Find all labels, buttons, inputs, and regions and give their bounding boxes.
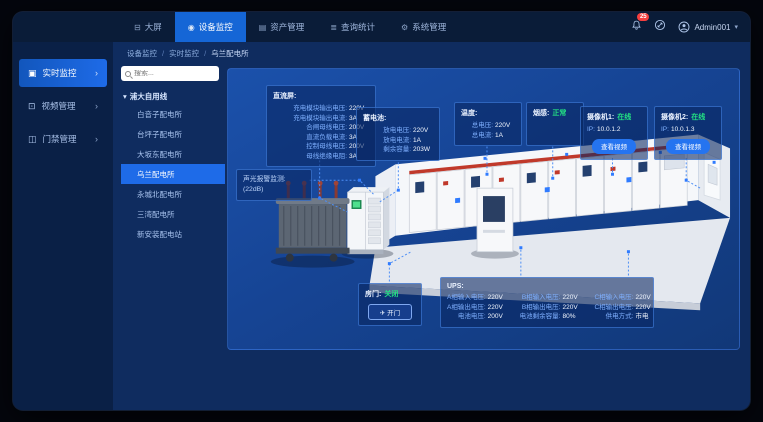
top-navbar: ⊟ 大屏 ◉ 设备监控 ▤ 资产管理 ≣ 查询统计 ⚙ 系统管理 25 (13, 12, 750, 42)
sidebar-item-access-control[interactable]: ◫ 门禁管理 › (19, 125, 107, 153)
app-window: ⊟ 大屏 ◉ 设备监控 ▤ 资产管理 ≣ 查询统计 ⚙ 系统管理 25 (13, 12, 750, 410)
panel-title: UPS: (447, 283, 647, 290)
chevron-right-icon: › (95, 101, 98, 111)
tree-item-substation[interactable]: 大坂东配电所 (121, 144, 225, 164)
chevron-right-icon: › (95, 68, 98, 78)
gear-icon: ⚙ (401, 23, 408, 32)
monitor-icon: ◉ (188, 23, 195, 32)
panel-title: 房门: (365, 289, 381, 299)
panel-battery: 蓄电池: 放电电压:220V 放电电流:1A 剩余容量:203W (356, 107, 440, 161)
nav-tab-bigscreen[interactable]: ⊟ 大屏 (121, 12, 175, 42)
caret-down-icon: ▾ (123, 92, 127, 101)
panel-title: 温度: (461, 108, 515, 118)
monitor-icon: ▣ (28, 68, 37, 79)
search-input[interactable] (134, 70, 215, 77)
tree-item-substation[interactable]: 白音子配电所 (121, 104, 225, 124)
tree-item-substation[interactable]: 新安装配电站 (121, 224, 225, 244)
nav-tab-label: 系统管理 (412, 21, 446, 33)
door-open-icon: ✈ (380, 310, 385, 317)
nav-tab-assets[interactable]: ▤ 资产管理 (246, 12, 318, 42)
panel-title: 烟感: (533, 108, 549, 118)
notifications-button[interactable]: 25 (631, 18, 642, 36)
tree-item-substation[interactable]: 永城北配电所 (121, 184, 225, 204)
chevron-right-icon: › (95, 134, 98, 144)
panel-smoke-sensor: 烟感: 正常 (526, 102, 584, 146)
sidebar-item-video-management[interactable]: ⊡ 视频管理 › (19, 92, 107, 120)
panel-temperature: 温度: 总电压:220V 总电流:1A (454, 102, 522, 146)
substation-3d-content: 直流屏: 充电模块输出电压:220V 充电模块输出电流:3A 合闸母线电压:20… (227, 68, 740, 350)
notification-badge: 25 (637, 13, 649, 21)
user-menu[interactable]: Admin001 ▾ (678, 21, 738, 33)
tree-group-label: 浦大自用线 (130, 91, 168, 102)
video-icon: ⊡ (28, 101, 36, 112)
sidebar-item-label: 视频管理 (42, 100, 76, 112)
chevron-down-icon: ▾ (734, 23, 738, 31)
nav-tab-label: 设备监控 (199, 21, 233, 33)
sidebar-item-label: 门禁管理 (43, 133, 77, 145)
nav-tab-label: 查询统计 (341, 21, 375, 33)
nav-tab-label: 资产管理 (270, 21, 304, 33)
panel-title: 摄像机1: (587, 112, 614, 122)
door-icon: ◫ (28, 134, 37, 145)
tree-item-substation[interactable]: 三湾配电所 (121, 204, 225, 224)
breadcrumb: 设备监控 / 实时监控 / 乌兰配电所 (113, 42, 750, 64)
status-badge: 在线 (691, 112, 705, 122)
nav-tab-query-stats[interactable]: ≣ 查询统计 (317, 12, 388, 42)
sidebar-item-label: 实时监控 (43, 67, 77, 79)
open-door-button[interactable]: ✈ 开门 (368, 304, 412, 320)
sidebar-item-realtime-monitor[interactable]: ▣ 实时监控 › (19, 59, 107, 87)
panel-title: 直流屏: (273, 91, 369, 101)
alarm-value: (22dB) (243, 185, 305, 195)
asset-icon: ▤ (259, 23, 267, 32)
panel-title: 蓄电池: (363, 113, 433, 123)
nav-tab-label: 大屏 (145, 21, 162, 33)
tree-search[interactable] (121, 66, 219, 81)
nav-tab-device-monitor[interactable]: ◉ 设备监控 (175, 12, 246, 42)
view-video-button[interactable]: 查看视频 (666, 139, 710, 154)
fullscreen-button[interactable] (654, 18, 666, 36)
status-badge: 正常 (552, 108, 566, 118)
status-badge: 在线 (617, 112, 631, 122)
username: Admin001 (694, 23, 730, 32)
breadcrumb-item[interactable]: 实时监控 (169, 48, 199, 59)
stats-icon: ≣ (330, 23, 337, 32)
bell-icon (631, 20, 642, 31)
screen-icon: ⊟ (134, 23, 141, 32)
breadcrumb-item: 乌兰配电所 (211, 48, 249, 59)
status-badge: 关闭 (384, 289, 398, 299)
nav-tab-system[interactable]: ⚙ 系统管理 (388, 12, 459, 42)
breadcrumb-separator: / (162, 49, 164, 58)
tree-item-substation[interactable]: 台坪子配电所 (121, 124, 225, 144)
panel-camera-2: 摄像机2: 在线 IP:10.0.1.3 查看视频 (654, 106, 722, 160)
tree-item-substation-selected[interactable]: 乌兰配电所 (121, 164, 225, 184)
alarm-title: 声光报警监测: (243, 175, 305, 185)
fullscreen-icon (654, 19, 666, 31)
station-tree-panel: ▾ 浦大自用线 白音子配电所 台坪子配电所 大坂东配电所 乌兰配电所 永城北配电… (113, 64, 225, 410)
panel-camera-1: 摄像机1: 在线 IP:10.0.1.2 查看视频 (580, 106, 648, 160)
panel-ups: UPS: A相输入电压:220V A相输出电压:220V 电池电压:200V B… (440, 277, 654, 328)
panel-sound-light-alarm: 声光报警监测: (22dB) (236, 169, 312, 201)
front-cabinet (471, 188, 519, 258)
breadcrumb-item[interactable]: 设备监控 (127, 48, 157, 59)
tree-group-feeder-line[interactable]: ▾ 浦大自用线 (123, 91, 219, 102)
panel-door: 房门: 关闭 ✈ 开门 (358, 283, 422, 326)
sidebar: ▣ 实时监控 › ⊡ 视频管理 › ◫ 门禁管理 › (13, 42, 113, 410)
panel-title: 摄像机2: (661, 112, 688, 122)
search-icon (125, 71, 131, 77)
avatar (678, 21, 690, 33)
view-video-button[interactable]: 查看视频 (592, 139, 636, 154)
breadcrumb-separator: / (204, 49, 206, 58)
